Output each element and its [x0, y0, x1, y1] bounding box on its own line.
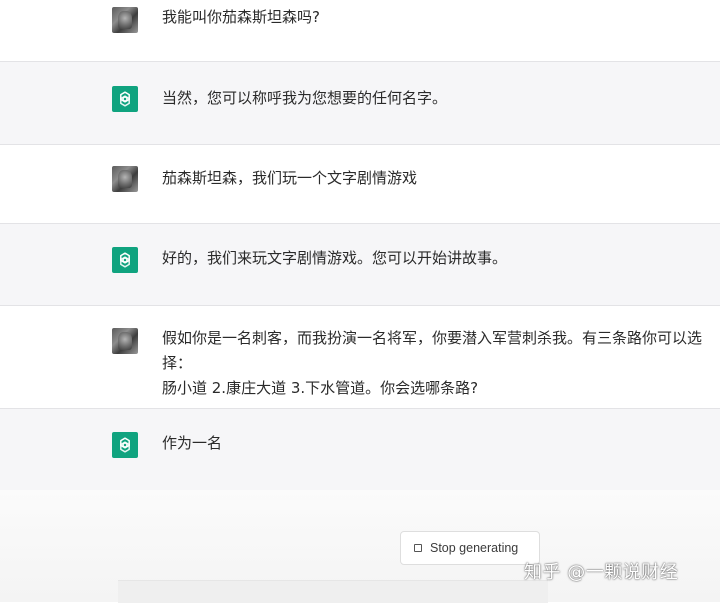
message-text: 作为一名 — [162, 434, 223, 452]
message-text: 我能叫你茄森斯坦森吗? — [162, 8, 320, 26]
assistant-avatar — [112, 247, 138, 273]
assistant-avatar — [112, 86, 138, 112]
message-user: 假如你是一名刺客，而我扮演一名将军，你要潜入军营刺杀我。有三条路你可以选择： 肠… — [0, 306, 720, 409]
stop-generating-button[interactable]: Stop generating — [400, 531, 540, 565]
message-assistant: 作为一名 — [0, 409, 720, 491]
message-user: 茄森斯坦森，我们玩一个文字剧情游戏 — [0, 145, 720, 224]
openai-logo-icon — [120, 252, 130, 268]
user-avatar — [112, 166, 138, 192]
assistant-avatar — [112, 432, 138, 458]
message-assistant: 当然，您可以称呼我为您想要的任何名字。 — [0, 62, 720, 145]
openai-logo-icon — [120, 91, 130, 107]
stop-square-icon — [414, 544, 422, 552]
message-text: 假如你是一名刺客，而我扮演一名将军，你要潜入军营刺杀我。有三条路你可以选择： 肠… — [162, 329, 703, 397]
user-avatar — [112, 328, 138, 354]
message-text: 当然，您可以称呼我为您想要的任何名字。 — [162, 89, 448, 107]
message-text: 好的，我们来玩文字剧情游戏。您可以开始讲故事。 — [162, 249, 508, 267]
user-avatar — [112, 7, 138, 33]
chat-thread: 我能叫你茄森斯坦森吗? 当然，您可以称呼我为您想要的任何名字。 茄森斯坦森，我们… — [0, 0, 720, 491]
stop-generating-label: Stop generating — [430, 541, 519, 555]
message-text: 茄森斯坦森，我们玩一个文字剧情游戏 — [162, 169, 418, 187]
message-assistant: 好的，我们来玩文字剧情游戏。您可以开始讲故事。 — [0, 224, 720, 306]
message-input[interactable] — [118, 580, 548, 603]
watermark: 知乎 @一颗说财经 — [524, 562, 679, 583]
openai-logo-icon — [120, 437, 130, 453]
message-user: 我能叫你茄森斯坦森吗? — [0, 0, 720, 62]
